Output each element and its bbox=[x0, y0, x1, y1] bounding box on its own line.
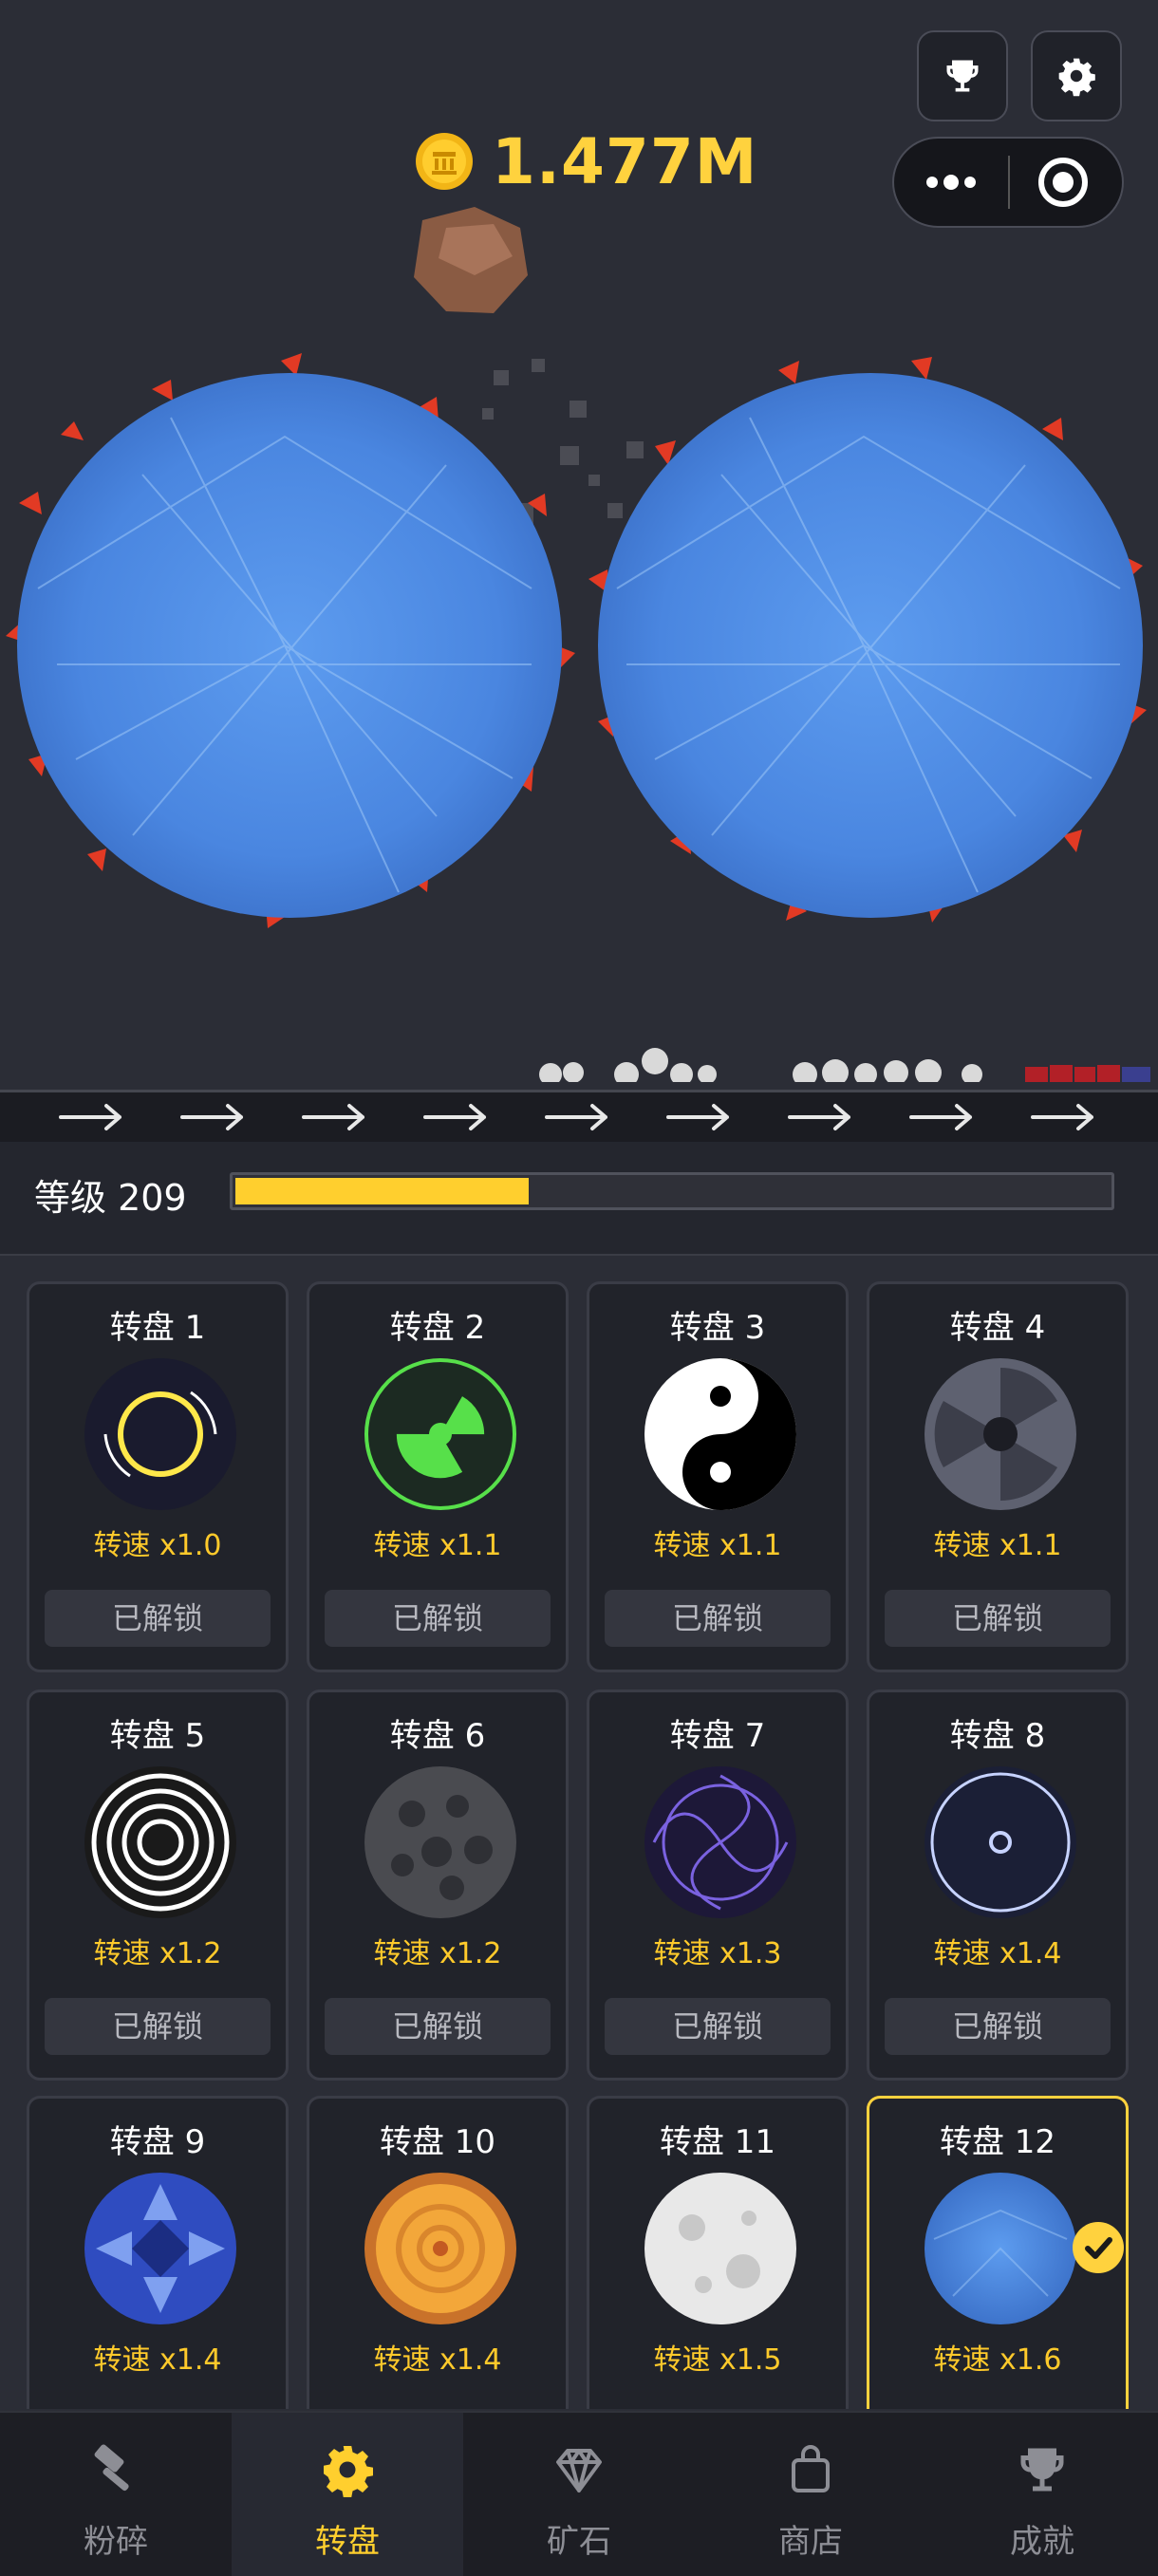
gear-icon bbox=[324, 2446, 373, 2497]
wheel-card-title: 转盘 2 bbox=[389, 1309, 486, 1347]
coin-icon bbox=[416, 133, 473, 190]
wheel-disc-image bbox=[644, 1766, 796, 1918]
wheel-card-3[interactable]: 转盘 3 转速 x1.1 已解锁 bbox=[587, 1281, 849, 1672]
wheel-disc-image bbox=[644, 2173, 796, 2324]
wheel-speed-label: 转速 x1.4 bbox=[373, 2343, 502, 2377]
unlocked-button[interactable]: 已解锁 bbox=[325, 1590, 551, 1647]
wheel-speed-label: 转速 x1.5 bbox=[653, 2343, 782, 2377]
trophy-button[interactable] bbox=[917, 30, 1008, 121]
wheel-card-5[interactable]: 转盘 5 转速 x1.2 已解锁 bbox=[27, 1689, 289, 2081]
coin-counter: 1.477M bbox=[414, 123, 757, 199]
trophy-icon bbox=[1020, 2448, 1064, 2492]
wheel-speed-label: 转速 x1.1 bbox=[373, 1529, 502, 1562]
shopping-bag-icon bbox=[792, 2445, 830, 2492]
wheel-card-title: 转盘 7 bbox=[669, 1717, 766, 1755]
unlocked-button[interactable]: 已解锁 bbox=[325, 1998, 551, 2055]
wheel-card-9[interactable]: 转盘 9 转速 x1.4 bbox=[27, 2096, 289, 2409]
wheel-card-2[interactable]: 转盘 2 转速 x1.1 已解锁 bbox=[307, 1281, 569, 1672]
wheel-card-title: 转盘 6 bbox=[389, 1717, 486, 1755]
crusher-scene[interactable] bbox=[0, 190, 1158, 1082]
wheel-disc-image bbox=[84, 1766, 236, 1918]
wheel-disc-image bbox=[925, 1766, 1076, 1918]
wheel-disc-image bbox=[84, 1358, 236, 1510]
wheel-card-title: 转盘 10 bbox=[379, 2123, 496, 2161]
level-panel: 等级 209 bbox=[0, 1142, 1158, 1256]
wheel-card-title: 转盘 12 bbox=[939, 2123, 1056, 2161]
wheel-card-7[interactable]: 转盘 7 转速 x1.3 已解锁 bbox=[587, 1689, 849, 2081]
wheel-card-11[interactable]: 转盘 11 转速 x1.5 bbox=[587, 2096, 849, 2409]
wheel-card-1[interactable]: 转盘 1 转速 x1.0 已解锁 bbox=[27, 1281, 289, 1672]
wheel-card-8[interactable]: 转盘 8 转速 x1.4 已解锁 bbox=[867, 1689, 1129, 2081]
trophy-icon bbox=[946, 60, 979, 92]
unlocked-button[interactable]: 已解锁 bbox=[45, 1998, 271, 2055]
wheel-speed-label: 转速 x1.1 bbox=[933, 1529, 1062, 1562]
wheel-disc-image bbox=[925, 1358, 1076, 1510]
ore-pieces bbox=[539, 1048, 1150, 1082]
level-progress-bar bbox=[230, 1172, 1114, 1210]
wheel-speed-label: 转速 x1.6 bbox=[933, 2343, 1062, 2377]
unlocked-button[interactable]: 已解锁 bbox=[45, 1590, 271, 1647]
wheel-card-title: 转盘 4 bbox=[949, 1309, 1046, 1347]
level-progress-fill bbox=[235, 1178, 529, 1204]
right-crusher-wheel bbox=[588, 357, 1147, 923]
wheel-disc-image bbox=[364, 1358, 516, 1510]
unlocked-button[interactable]: 已解锁 bbox=[885, 1998, 1111, 2055]
gear-icon bbox=[1058, 58, 1095, 97]
tab-wheel[interactable]: 转盘 bbox=[232, 2413, 463, 2576]
wheel-disc-image bbox=[925, 2173, 1076, 2324]
wheel-card-title: 转盘 9 bbox=[109, 2123, 206, 2161]
wheel-speed-label: 转速 x1.2 bbox=[373, 1937, 502, 1970]
coin-value: 1.477M bbox=[492, 124, 758, 198]
wheel-disc-image bbox=[84, 2173, 236, 2324]
conveyor-belt bbox=[0, 1090, 1158, 1145]
wheel-card-title: 转盘 1 bbox=[109, 1309, 206, 1347]
wheel-card-10[interactable]: 转盘 10 转速 x1.4 bbox=[307, 2096, 569, 2409]
tab-ore[interactable]: 矿石 bbox=[463, 2413, 695, 2576]
tab-crush[interactable]: 粉碎 bbox=[0, 2413, 232, 2576]
wheel-card-4[interactable]: 转盘 4 转速 x1.1 已解锁 bbox=[867, 1281, 1129, 1672]
diamond-icon bbox=[556, 2449, 602, 2492]
wheel-speed-label: 转速 x1.4 bbox=[933, 1937, 1062, 1970]
left-crusher-wheel bbox=[6, 353, 575, 928]
hammer-icon bbox=[94, 2444, 129, 2492]
wheel-card-title: 转盘 11 bbox=[659, 2123, 776, 2161]
wheel-speed-label: 转速 x1.0 bbox=[93, 1529, 222, 1562]
wheel-speed-label: 转速 x1.1 bbox=[653, 1529, 782, 1562]
wheel-speed-label: 转速 x1.3 bbox=[653, 1937, 782, 1970]
wheel-disc-image bbox=[364, 2173, 516, 2324]
settings-button[interactable] bbox=[1031, 30, 1122, 121]
selected-check-icon bbox=[1073, 2222, 1124, 2273]
unlocked-button[interactable]: 已解锁 bbox=[605, 1998, 831, 2055]
wheel-speed-label: 转速 x1.2 bbox=[93, 1937, 222, 1970]
wheel-card-12[interactable]: 转盘 12 转速 x1.6 bbox=[867, 2096, 1129, 2409]
wheel-disc-image bbox=[364, 1766, 516, 1918]
bottom-tab-bar: 粉碎 转盘 矿石 商店 成就 bbox=[0, 2411, 1158, 2576]
tab-achievements[interactable]: 成就 bbox=[926, 2413, 1158, 2576]
tab-shop[interactable]: 商店 bbox=[695, 2413, 926, 2576]
wheel-disc-image bbox=[644, 1358, 796, 1510]
wheel-card-title: 转盘 3 bbox=[669, 1309, 766, 1347]
wheel-card-title: 转盘 8 bbox=[949, 1717, 1046, 1755]
unlocked-button[interactable]: 已解锁 bbox=[605, 1590, 831, 1647]
falling-rock bbox=[414, 207, 528, 313]
wheel-card-title: 转盘 5 bbox=[109, 1717, 206, 1755]
wheel-card-6[interactable]: 转盘 6 转速 x1.2 已解锁 bbox=[307, 1689, 569, 2081]
unlocked-button[interactable]: 已解锁 bbox=[885, 1590, 1111, 1647]
wheel-speed-label: 转速 x1.4 bbox=[93, 2343, 222, 2377]
level-label: 等级 209 bbox=[34, 1177, 187, 1219]
